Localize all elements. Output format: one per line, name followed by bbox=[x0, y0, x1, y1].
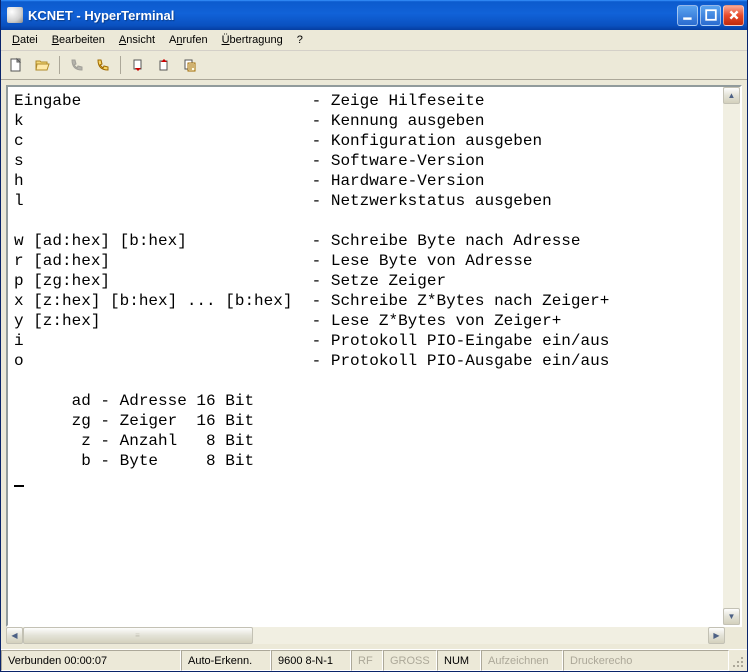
horizontal-scrollbar[interactable]: ◀ ≡ ▶ bbox=[6, 627, 725, 644]
disconnect-button[interactable] bbox=[92, 54, 114, 76]
client-area: Eingabe - Zeige Hilfeseite k - Kennung a… bbox=[1, 80, 747, 649]
maximize-button[interactable] bbox=[700, 5, 721, 26]
menu-bearbeiten[interactable]: Bearbeiten bbox=[45, 32, 112, 48]
toolbar-separator bbox=[120, 56, 121, 74]
status-num: NUM bbox=[437, 650, 481, 671]
receive-file-button[interactable] bbox=[153, 54, 175, 76]
status-connected: Verbunden 00:00:07 bbox=[1, 650, 181, 671]
toolbar bbox=[1, 51, 747, 80]
scroll-down-button[interactable]: ▼ bbox=[723, 608, 740, 625]
status-auto: Auto-Erkenn. bbox=[181, 650, 271, 671]
minimize-button[interactable] bbox=[677, 5, 698, 26]
statusbar: Verbunden 00:00:07 Auto-Erkenn. 9600 8-N… bbox=[1, 649, 747, 671]
titlebar[interactable]: KCNET - HyperTerminal bbox=[1, 0, 747, 30]
vertical-scrollbar[interactable]: ▲ ▼ bbox=[723, 87, 740, 625]
scroll-left-button[interactable]: ◀ bbox=[6, 627, 23, 644]
app-icon bbox=[7, 7, 23, 23]
properties-icon bbox=[182, 57, 198, 73]
terminal-frame: Eingabe - Zeige Hilfeseite k - Kennung a… bbox=[6, 85, 742, 627]
window-title: KCNET - HyperTerminal bbox=[28, 8, 677, 23]
status-params: 9600 8-N-1 bbox=[271, 650, 351, 671]
menubar: Datei Bearbeiten Ansicht Anrufen Übertra… bbox=[1, 30, 747, 51]
phone-disconnect-icon bbox=[95, 57, 111, 73]
properties-button[interactable] bbox=[179, 54, 201, 76]
terminal-output[interactable]: Eingabe - Zeige Hilfeseite k - Kennung a… bbox=[8, 87, 723, 625]
status-druckerecho: Druckerecho bbox=[563, 650, 729, 671]
toolbar-separator bbox=[59, 56, 60, 74]
menu-ansicht[interactable]: Ansicht bbox=[112, 32, 162, 48]
scroll-right-button[interactable]: ▶ bbox=[708, 627, 725, 644]
send-file-icon bbox=[130, 57, 146, 73]
status-gross: GROSS bbox=[383, 650, 437, 671]
receive-file-icon bbox=[156, 57, 172, 73]
menu-hilfe[interactable]: ? bbox=[290, 32, 310, 48]
scroll-track[interactable] bbox=[253, 627, 708, 644]
scroll-corner bbox=[725, 627, 742, 644]
menu-anrufen[interactable]: Anrufen bbox=[162, 32, 215, 48]
new-file-button[interactable] bbox=[5, 54, 27, 76]
open-folder-icon bbox=[34, 57, 50, 73]
menu-uebertragung[interactable]: Übertragung bbox=[215, 32, 290, 48]
menu-datei[interactable]: Datei bbox=[5, 32, 45, 48]
terminal-cursor bbox=[14, 471, 24, 487]
open-file-button[interactable] bbox=[31, 54, 53, 76]
resize-grip[interactable] bbox=[729, 650, 747, 671]
new-file-icon bbox=[8, 57, 24, 73]
scroll-thumb[interactable]: ≡ bbox=[23, 627, 253, 644]
app-window: KCNET - HyperTerminal Datei Bearbeiten A… bbox=[0, 0, 748, 672]
phone-connect-icon bbox=[69, 57, 85, 73]
send-file-button[interactable] bbox=[127, 54, 149, 76]
close-button[interactable] bbox=[723, 5, 744, 26]
status-aufzeichnen: Aufzeichnen bbox=[481, 650, 563, 671]
status-rf: RF bbox=[351, 650, 383, 671]
scroll-track[interactable] bbox=[723, 104, 740, 608]
scroll-up-button[interactable]: ▲ bbox=[723, 87, 740, 104]
connect-button[interactable] bbox=[66, 54, 88, 76]
